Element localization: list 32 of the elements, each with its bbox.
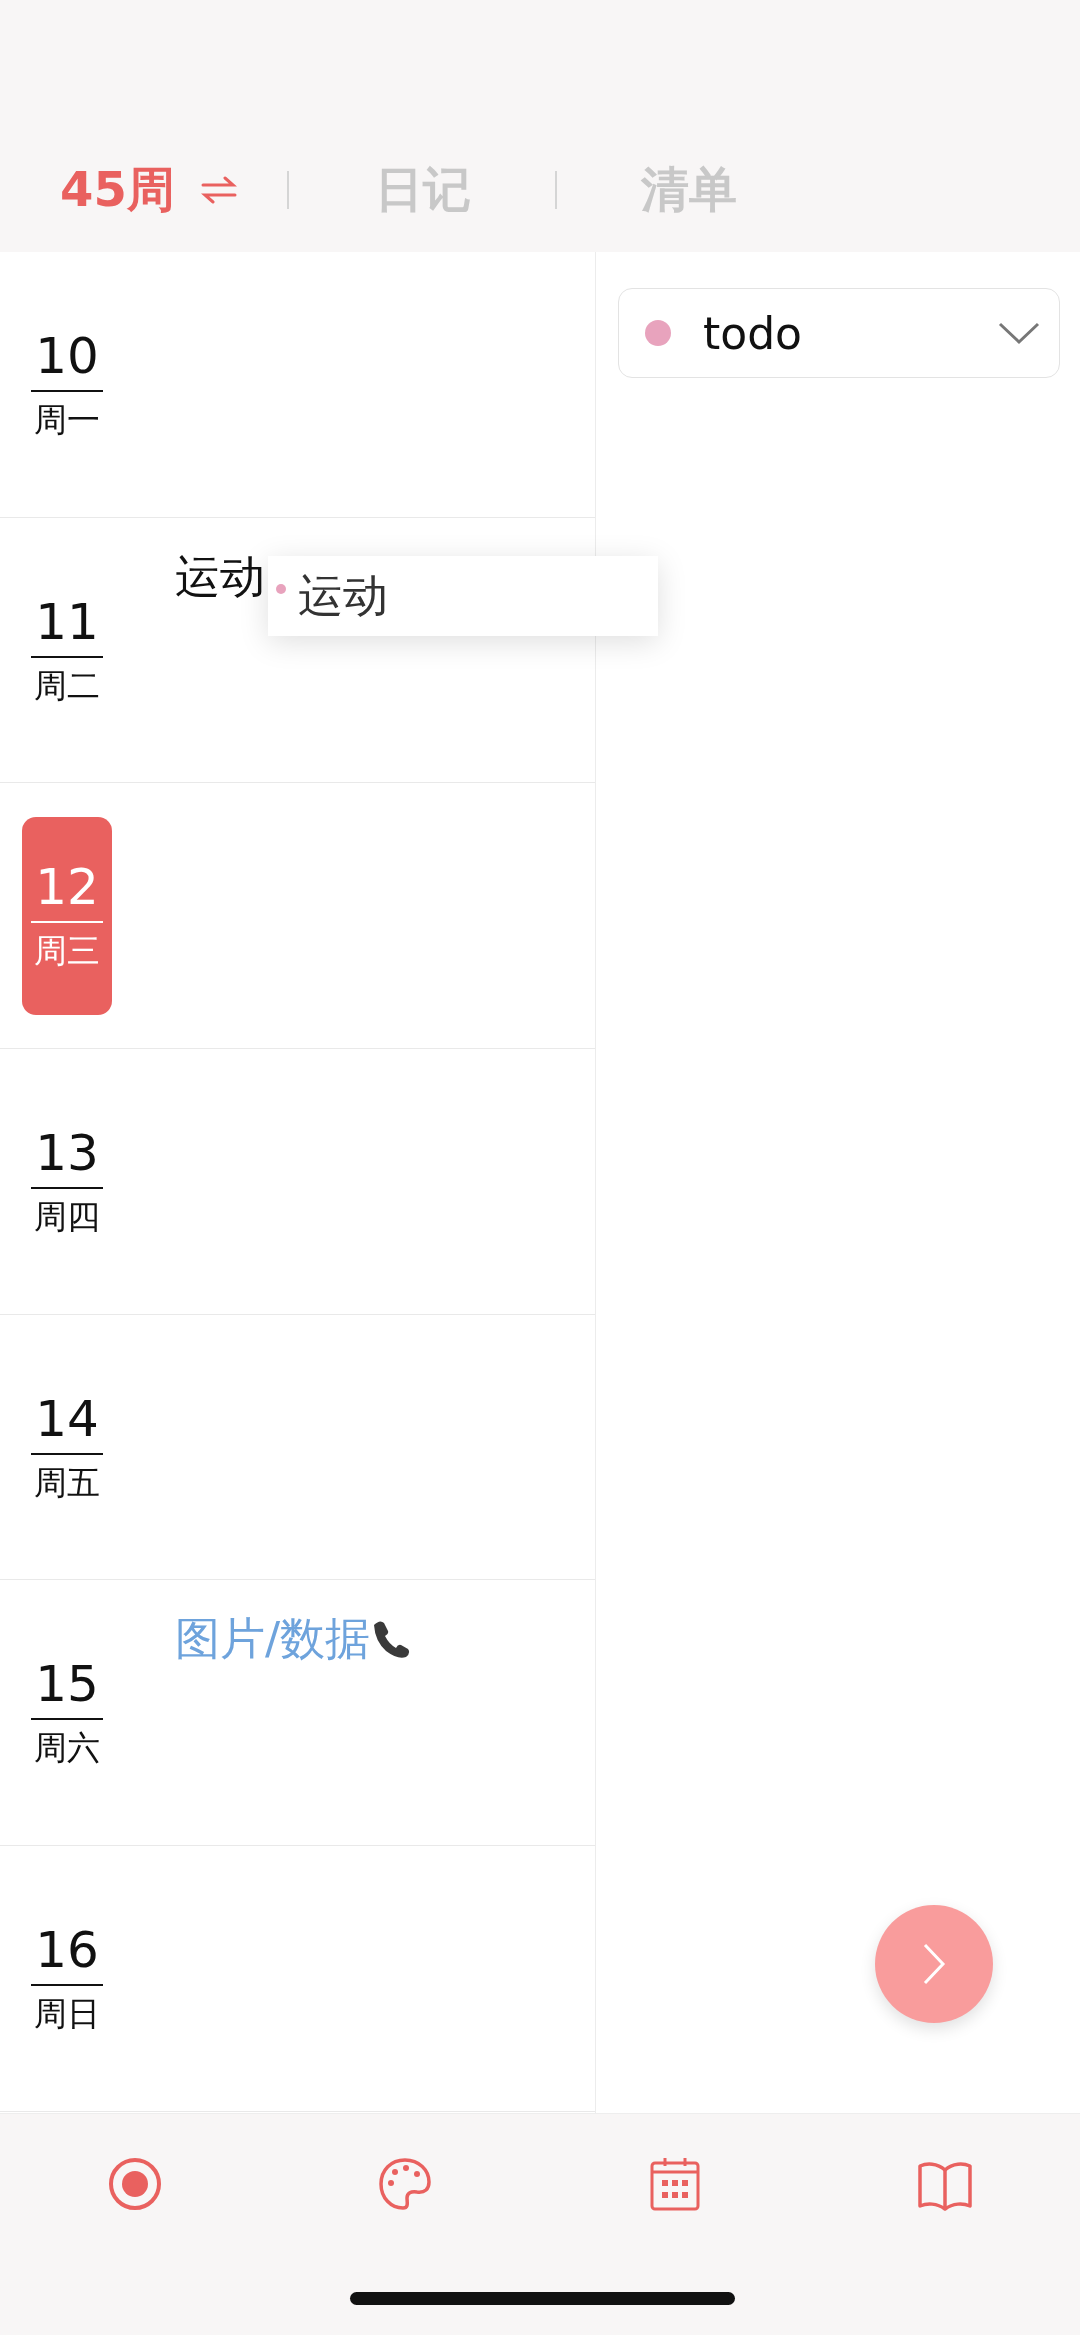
palette-icon <box>379 2158 431 2210</box>
day-number: 16 <box>35 1923 99 1979</box>
drag-preview-text: 运动 <box>298 568 388 624</box>
date-badge[interactable]: 15 周六 <box>22 1613 112 1812</box>
event-text[interactable]: 运动 <box>175 549 265 604</box>
day-number: 14 <box>35 1391 99 1447</box>
weekday-label: 周三 <box>34 931 100 971</box>
weekday-label: 周五 <box>34 1462 100 1503</box>
chevron-right-icon <box>923 1943 946 1985</box>
phone-icon <box>374 1621 410 1659</box>
day-number: 12 <box>35 860 99 916</box>
calendar-icon <box>650 2156 700 2211</box>
weekday-label: 周日 <box>34 1994 100 2034</box>
record-icon <box>109 2158 161 2211</box>
weekday-label: 周四 <box>34 1197 100 1237</box>
date-badge[interactable]: 13 周四 <box>22 1082 112 1281</box>
drag-preview-card[interactable]: 运动 <box>268 556 658 636</box>
day-number: 10 <box>35 329 99 385</box>
date-badge[interactable]: 14 周五 <box>22 1348 112 1547</box>
chevron-down-icon <box>998 322 1040 345</box>
day-number: 11 <box>35 594 99 650</box>
list-dropdown[interactable]: todo <box>618 288 1060 378</box>
day-number: 15 <box>35 1657 99 1713</box>
date-badge[interactable]: 11 周二 <box>22 551 112 750</box>
weekday-label: 周一 <box>34 400 100 440</box>
day-number: 13 <box>35 1126 99 1182</box>
date-badge[interactable]: 10 周一 <box>22 285 112 484</box>
weekday-label: 周六 <box>34 1728 100 1769</box>
date-badge[interactable]: 16 周日 <box>22 1879 112 2078</box>
weekday-label: 周二 <box>34 665 100 706</box>
swap-icon[interactable] <box>200 176 237 204</box>
book-icon <box>918 2162 972 2211</box>
